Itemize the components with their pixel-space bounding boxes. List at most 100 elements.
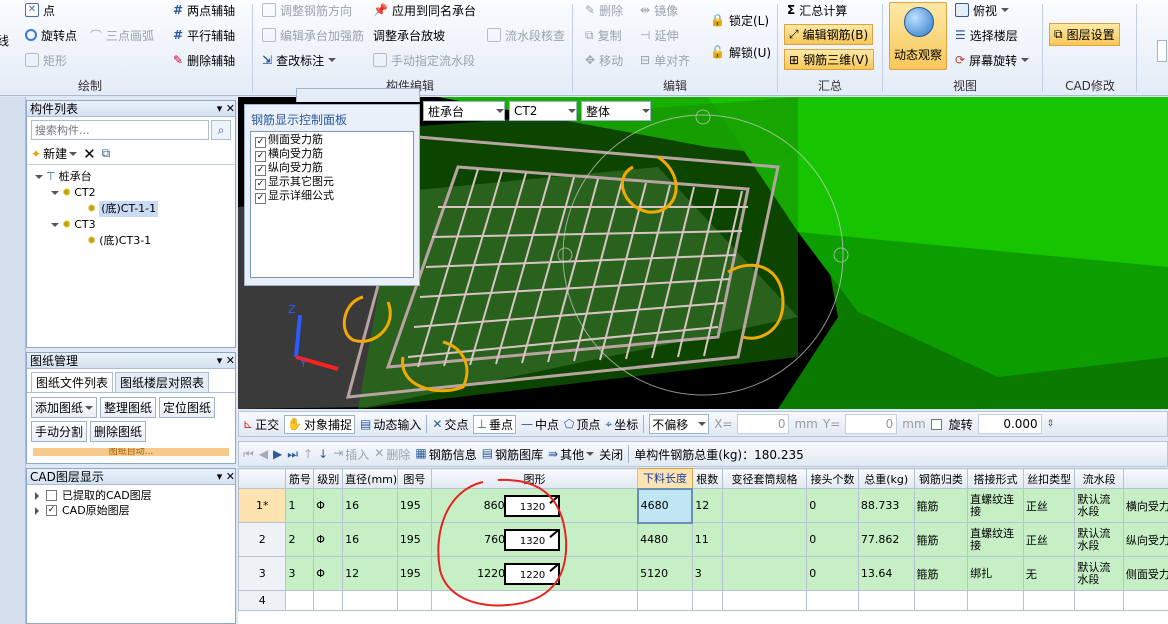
checkbox-checked[interactable]: ✓	[255, 165, 266, 176]
move-down-icon[interactable]: ↓	[318, 447, 328, 461]
move-button[interactable]: ✥ 移动	[585, 50, 623, 70]
col-header[interactable]	[1122, 468, 1168, 489]
adjust-rebar-dir-button[interactable]: 调整钢筋方向	[262, 0, 352, 20]
figure-no-cell[interactable]: 195	[396, 488, 432, 523]
col-header[interactable]: 根数	[691, 468, 723, 489]
layer-settings-button[interactable]: ⧉ 图层设置	[1049, 23, 1120, 46]
component-search-input[interactable]	[31, 120, 209, 140]
checkbox-checked[interactable]: ✓	[46, 505, 57, 516]
spin-icon[interactable]: ⇕	[1047, 419, 1055, 429]
organize-drawing-button[interactable]: 整理图纸	[100, 397, 157, 418]
offset-select[interactable]: 不偏移	[649, 414, 710, 434]
prev-row-icon[interactable]: ◀	[259, 447, 268, 461]
flow-cell[interactable]: 默认流水段	[1074, 556, 1124, 591]
mirror-button[interactable]: ⇹ 镜像	[640, 0, 678, 20]
count-cell[interactable]	[691, 590, 723, 611]
extend-button[interactable]: ⊣ 延伸	[640, 25, 678, 45]
col-header[interactable]: 下料长度	[637, 468, 693, 489]
insert-button[interactable]: ⇥ 插入	[333, 446, 369, 463]
rebar-check-longitudinal[interactable]: ✓ 纵向受力筋	[255, 162, 409, 176]
name-cell[interactable]	[1122, 590, 1168, 611]
col-header[interactable]: 变径套筒规格	[721, 468, 808, 489]
col-header[interactable]: 级别	[313, 468, 344, 489]
point-button[interactable]: ✕ 点	[25, 0, 55, 20]
rebar-no-cell[interactable]	[285, 590, 315, 611]
rebar-no-cell[interactable]: 1	[285, 488, 315, 523]
top-view-button[interactable]: 俯视	[955, 0, 1010, 20]
weight-cell[interactable]: 88.733	[857, 488, 915, 523]
rebar-library-button[interactable]: ▤ 钢筋图库	[482, 446, 543, 463]
figure-no-cell[interactable]	[396, 590, 432, 611]
class-cell[interactable]: 箍筋	[913, 522, 969, 557]
rebar-check-side[interactable]: ✓ 侧面受力筋	[255, 134, 409, 148]
checkbox-checked[interactable]: ✓	[255, 151, 266, 162]
flow-cell[interactable]: 默认流水段	[1074, 522, 1124, 557]
flow-cell[interactable]	[1074, 590, 1124, 611]
grade-cell[interactable]	[313, 590, 344, 611]
pin-close-icon[interactable]: ▾ ✕	[217, 354, 235, 367]
flow-cell[interactable]: 默认流水段	[1074, 488, 1124, 523]
grade-cell[interactable]: Φ	[313, 522, 344, 557]
edit-reinforce-button[interactable]: 编辑承台加强筋	[262, 25, 364, 45]
col-header[interactable]: 图号	[396, 468, 432, 489]
rotate-input[interactable]: 0.000	[977, 414, 1042, 434]
parallel-axis-button[interactable]: # 平行辅轴	[173, 25, 235, 45]
midpoint-button[interactable]: — 中点	[521, 416, 559, 433]
screen-rotate-button[interactable]: ⟳ 屏幕旋转	[955, 50, 1030, 70]
weight-cell[interactable]: 13.64	[857, 556, 915, 591]
locate-drawing-button[interactable]: 定位图纸	[159, 397, 216, 418]
table-row[interactable]: 3 3 Φ 12 195 1220 1220 5120 3 0 13.64 箍筋 绑扎无默认流水段 侧面受…	[238, 556, 1168, 591]
delete-drawing-button[interactable]: 删除图纸	[90, 421, 147, 442]
lap-cell[interactable]: 直螺纹连接	[967, 522, 1024, 557]
manual-split-button[interactable]: 手动分割	[31, 421, 88, 442]
length-cell[interactable]: 4480	[637, 522, 693, 557]
tree-node-ct3[interactable]: ✹ CT3	[35, 217, 227, 233]
weight-cell[interactable]: 77.862	[857, 522, 915, 557]
tab-floor-mapping[interactable]: 图纸楼层对照表	[115, 372, 210, 392]
name-cell[interactable]: 纵向受力筋	[1122, 522, 1168, 557]
ortho-button[interactable]: ⊾ 正交	[243, 416, 279, 433]
count-cell[interactable]: 3	[691, 556, 723, 591]
diameter-cell[interactable]: 16	[342, 522, 398, 557]
cad-layer-original[interactable]: ✓ CAD原始图层	[35, 503, 227, 518]
line-button[interactable]: 线	[0, 30, 9, 50]
col-header[interactable]: 流水段	[1074, 468, 1124, 489]
length-cell[interactable]: 4680	[636, 487, 694, 524]
dynamic-input-button[interactable]: ▤ 动态输入	[360, 416, 421, 433]
delete-component-icon[interactable]: ✕	[83, 145, 96, 163]
length-cell[interactable]	[637, 590, 693, 611]
select-floor-button[interactable]: ☰ 选择楼层	[955, 25, 1018, 45]
table-row[interactable]: 2 2 Φ 16 195 760 1320 4480 11 0 77.862 箍筋 直螺纹连接 正丝 默认流…	[238, 522, 1168, 557]
two-point-axis-button[interactable]: # 两点辅轴	[173, 0, 235, 20]
move-up-icon[interactable]: ↑	[303, 447, 313, 461]
assign-flow-button[interactable]: 手动指定流水段	[373, 50, 475, 70]
checkbox[interactable]	[46, 490, 57, 501]
ribbon-extra-icon[interactable]	[1157, 40, 1167, 62]
cad-layer-extracted[interactable]: 已提取的CAD图层	[35, 488, 227, 503]
col-header[interactable]: 筋号	[285, 468, 315, 489]
edit-rebar-button[interactable]: ⤢ 编辑钢筋(B)	[784, 24, 874, 45]
x-input[interactable]: 0	[737, 414, 790, 434]
rebar-no-cell[interactable]: 2	[285, 522, 315, 557]
tree-node-cap[interactable]: ⊤ 桩承台	[35, 169, 227, 185]
checkbox-checked[interactable]: ✓	[255, 179, 266, 190]
lap-cell[interactable]: 直螺纹连接	[967, 488, 1024, 523]
rectangle-button[interactable]: 矩形	[25, 50, 67, 70]
pin-close-icon[interactable]: ▾ ✕	[217, 102, 235, 115]
diameter-cell[interactable]	[342, 590, 398, 611]
rebar-no-cell[interactable]: 3	[285, 556, 315, 591]
tab-drawing-files[interactable]: 图纸文件列表	[31, 372, 114, 392]
coordinate-button[interactable]: ⌖ 坐标	[605, 416, 638, 433]
col-header[interactable]: 直径(mm)	[342, 468, 398, 489]
joints-cell[interactable]: 0	[806, 488, 859, 523]
rebar-check-formula[interactable]: ✓ 显示详细公式	[255, 190, 409, 204]
table-row[interactable]: 1* 1 Φ 16 195 860 1320 4680 12 0 88.733 箍筋 直螺纹连接 正丝 默认…	[238, 487, 1168, 524]
lock-button[interactable]: 🔒 锁定(L)	[710, 10, 769, 30]
copy-component-icon[interactable]: ⧉	[102, 146, 111, 161]
cap-name-select[interactable]: CT2	[509, 101, 577, 121]
three-point-arc-button[interactable]: ⌒ 三点画弧	[90, 25, 154, 45]
joints-cell[interactable]	[806, 590, 859, 611]
rotate-point-button[interactable]: 旋转点	[25, 25, 77, 45]
cap-type-select[interactable]: 桩承台	[423, 101, 505, 121]
spec-cell[interactable]	[721, 590, 808, 611]
